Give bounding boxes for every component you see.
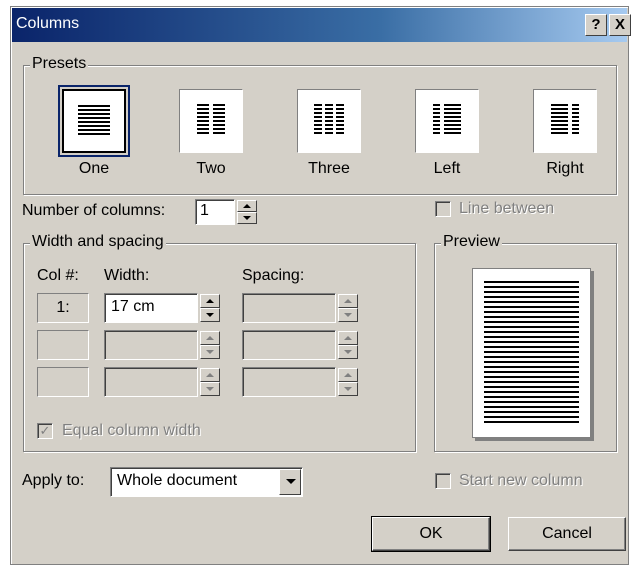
preset-one-label: One (78, 160, 110, 177)
dropdown-arrow-button[interactable] (279, 469, 301, 495)
spacing-input[interactable] (242, 367, 336, 397)
presets-group-label: Presets (30, 55, 89, 73)
three-columns-icon (314, 104, 344, 134)
title-bar[interactable]: Columns ? X (12, 8, 631, 42)
apply-to-select[interactable]: Whole document (110, 467, 303, 497)
width-input[interactable]: 17 cm (104, 293, 198, 323)
ok-button[interactable]: OK (371, 516, 491, 552)
spin-up-button[interactable] (237, 200, 257, 212)
preview-line (484, 351, 579, 353)
preview-line (484, 361, 579, 363)
cancel-button[interactable]: Cancel (508, 517, 626, 551)
preview-line (484, 371, 579, 373)
preview-line (484, 281, 579, 283)
start-new-column-label: Start new column (459, 472, 583, 489)
spacing-header: Spacing: (242, 267, 305, 284)
apply-to-value: Whole document (117, 472, 238, 489)
help-button[interactable]: ? (585, 14, 607, 36)
preset-left-label: Left (433, 160, 461, 177)
preview-line (484, 326, 579, 328)
equal-column-width-label: Equal column width (62, 422, 201, 439)
preview-page (472, 268, 591, 438)
preview-line (484, 301, 579, 303)
preview-line (484, 341, 579, 343)
left-column-icon (433, 104, 461, 134)
preview-line (484, 391, 579, 393)
preview-line (484, 376, 579, 378)
spin-up-button[interactable] (338, 294, 358, 308)
spin-down-button[interactable] (237, 212, 257, 224)
chevron-down-icon (286, 479, 296, 484)
col-number-cell (37, 367, 89, 397)
spin-down-button[interactable] (338, 308, 358, 322)
spin-up-button[interactable] (338, 331, 358, 345)
width-header: Width: (104, 267, 150, 284)
right-column-icon (551, 104, 579, 134)
number-of-columns-label: Number of columns: (22, 202, 166, 219)
window-title: Columns (16, 15, 80, 32)
preview-line (484, 286, 579, 288)
spin-down-button[interactable] (200, 382, 220, 396)
preview-line (484, 416, 579, 418)
preset-right-label: Right (546, 160, 584, 177)
preview-line (484, 316, 579, 318)
preview-line (484, 386, 579, 388)
spin-down-button[interactable] (200, 345, 220, 359)
preview-line (484, 406, 579, 408)
one-column-icon (78, 105, 110, 135)
preview-group-label: Preview (441, 233, 502, 251)
spin-up-button[interactable] (338, 368, 358, 382)
columns-dialog: Columns ? X Presets One Two Three Left R… (10, 6, 631, 565)
col-number-cell: 1: (37, 293, 89, 323)
preset-left-button[interactable] (415, 89, 479, 153)
col-number-cell (37, 330, 89, 360)
preview-line (484, 331, 579, 333)
equal-column-width-checkbox[interactable]: ✓ (37, 423, 53, 439)
preview-line (484, 306, 579, 308)
spin-up-button[interactable] (200, 331, 220, 345)
preview-line (484, 396, 579, 398)
preview-line (484, 381, 579, 383)
preview-line (484, 366, 579, 368)
preset-three-label: Three (308, 160, 350, 177)
apply-to-label: Apply to: (22, 472, 85, 489)
start-new-column-checkbox[interactable] (435, 473, 451, 489)
preview-line (484, 411, 579, 413)
line-between-label: Line between (459, 200, 555, 217)
width-spacing-group-label: Width and spacing (30, 233, 166, 251)
preview-text-lines (484, 281, 579, 423)
preset-two-label: Two (196, 160, 226, 177)
spin-down-button[interactable] (338, 382, 358, 396)
two-columns-icon (197, 104, 225, 134)
spin-down-button[interactable] (338, 345, 358, 359)
preview-line (484, 291, 579, 293)
apply-to-dropdown-button[interactable] (279, 469, 301, 495)
spin-up-button[interactable] (200, 368, 220, 382)
spacing-input[interactable] (242, 330, 336, 360)
preset-three-button[interactable] (297, 89, 361, 153)
preview-line (484, 346, 579, 348)
spin-up-button[interactable] (200, 294, 220, 308)
preview-line (484, 321, 579, 323)
line-between-checkbox[interactable] (435, 201, 451, 217)
col-number-header: Col #: (37, 267, 79, 284)
preset-two-button[interactable] (179, 89, 243, 153)
number-of-columns-input[interactable]: 1 (195, 199, 235, 225)
preview-line (484, 296, 579, 298)
preset-one-button[interactable] (58, 85, 130, 157)
width-input[interactable] (104, 330, 198, 360)
spin-down-button[interactable] (200, 308, 220, 322)
spacing-input[interactable] (242, 293, 336, 323)
preview-line (484, 311, 579, 313)
width-input[interactable] (104, 367, 198, 397)
preview-line (484, 421, 579, 423)
close-button[interactable]: X (609, 14, 631, 36)
preview-line (484, 336, 579, 338)
preview-line (484, 356, 579, 358)
preview-line (484, 401, 579, 403)
preset-right-button[interactable] (533, 89, 597, 153)
